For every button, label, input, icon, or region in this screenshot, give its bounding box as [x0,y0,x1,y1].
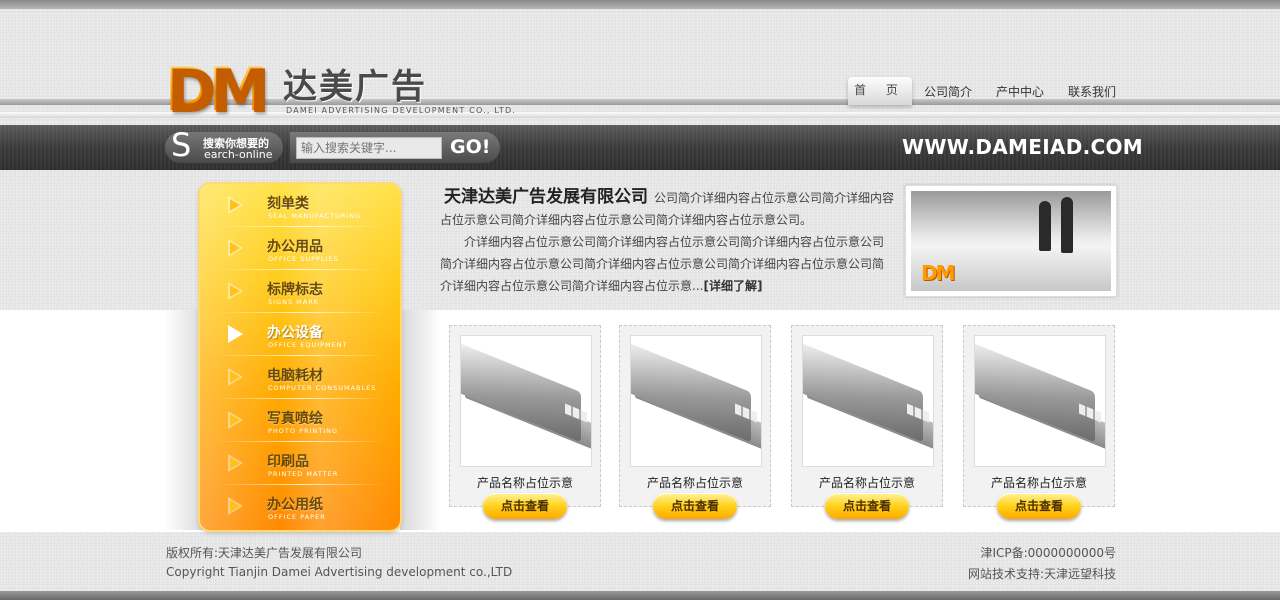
play-arrow-icon [228,497,243,515]
menu-item-label: 办公用品 [267,239,323,255]
menu-item-sublabel: OFFICE SUPPLIES [268,255,339,263]
play-arrow-icon [228,282,243,300]
menu-item-photo-printing[interactable]: 写真喷绘 PHOTO PRINTING [200,399,400,442]
menu-item-office-supplies[interactable]: 办公用品 OFFICE SUPPLIES [200,227,400,270]
play-arrow-icon [228,368,243,386]
play-arrow-icon [228,196,243,214]
tech-support: 网站技术支持:天津远望科技 [967,567,1116,581]
product-name[interactable]: 产品名称占位示意 [964,474,1114,491]
menu-item-label: 印刷品 [267,454,309,470]
product-card: 产品名称占位示意 点击查看 [963,325,1115,519]
band-shadow-left [165,310,205,530]
nav-item-products[interactable]: 产中中心 [996,83,1044,100]
product-card: 产品名称占位示意 点击查看 [791,325,943,519]
scanner-lid [461,339,581,443]
intro-paragraph: 天津达美广告发展有限公司 公司简介详细内容占位示意公司简介详细内容占位示意公司简介… [440,186,895,231]
company-intro: 天津达美广告发展有限公司 公司简介详细内容占位示意公司简介详细内容占位示意公司简介… [440,186,895,297]
logo-english-name: DAMEI ADVERTISING DEVELOPMENT CO., LTD. [286,106,517,115]
footer-divider [0,530,1280,532]
copyright-en: Copyright Tianjin Damei Advertising deve… [166,565,513,579]
menu-item-sublabel: SEAL MANUFACTURING [268,212,362,220]
search-go-button[interactable]: GO! [450,136,490,158]
site-logo[interactable]: DM 达美广告 DAMEI ADVERTISING DEVELOPMENT CO… [165,55,515,125]
menu-item-sublabel: PHOTO PRINTING [268,427,339,435]
nav-item-home[interactable]: 首 页 [848,77,912,105]
view-details-button[interactable]: 点击查看 [825,493,909,519]
scanner-lid [975,339,1095,443]
scanner-lid [631,339,751,443]
menu-item-label: 电脑耗材 [267,368,323,384]
nav-item-about[interactable]: 公司简介 [924,83,972,100]
intro-text: 介详细内容占位示意公司简介详细内容占位示意公司简介详细内容占位示意公司简介详细内… [440,235,885,293]
menu-item-label: 办公设备 [267,325,323,341]
view-details-button[interactable]: 点击查看 [997,493,1081,519]
view-details-button[interactable]: 点击查看 [483,493,567,519]
read-more-link[interactable]: [详细了解] [703,279,762,293]
site-url: WWW.DAMEIAD.COM [902,135,1143,159]
menu-item-office-paper[interactable]: 办公用纸 OFFICE PAPER [200,485,400,528]
copyright-cn: 版权所有:天津达美广告发展有限公司 [166,546,363,560]
handshake-image: DM [911,191,1111,291]
company-name: 天津达美广告发展有限公司 [444,187,648,207]
menu-item-label: 办公用纸 [267,497,323,513]
main-nav: 首 页 公司简介 产中中心 联系我们 [848,75,1128,115]
product-name[interactable]: 产品名称占位示意 [450,474,600,491]
scanner-image[interactable] [974,335,1106,467]
search-badge-subtitle: earch-online [204,148,273,161]
menu-item-sublabel: PRINTED MATTER [268,470,339,478]
search-input[interactable] [296,137,442,159]
search-badge: S 搜索你想要的 earch-online [165,126,283,164]
menu-item-signs[interactable]: 标牌标志 SIGNS MARK [200,270,400,313]
scanner-image[interactable] [630,335,762,467]
menu-item-sublabel: SIGNS MARK [268,298,319,306]
person-figure [1039,201,1051,251]
person-figure [1061,197,1073,253]
play-arrow-icon [228,239,243,257]
menu-item-sublabel: OFFICE PAPER [268,513,326,521]
scanner-image[interactable] [802,335,934,467]
product-name[interactable]: 产品名称占位示意 [620,474,770,491]
band-shadow-right [400,310,441,530]
scanner-image[interactable] [460,335,592,467]
menu-item-sublabel: OFFICE EQUIPMENT [268,341,348,349]
search-form: GO! [290,132,500,163]
top-border [0,0,1280,9]
logo-chinese-name: 达美广告 [283,67,427,107]
product-card: 产品名称占位示意 点击查看 [449,325,601,519]
view-details-button[interactable]: 点击查看 [653,493,737,519]
play-arrow-icon [228,325,243,343]
menu-item-seal[interactable]: 刻单类 SEAL MANUFACTURING [200,184,400,227]
menu-item-label: 标牌标志 [267,282,323,298]
scanner-lid [803,339,923,443]
product-card: 产品名称占位示意 点击查看 [619,325,771,519]
play-arrow-icon [228,411,243,429]
bottom-border [0,591,1280,600]
intro-photo: DM [905,185,1117,297]
menu-item-sublabel: COMPUTER CONSUMABLES [268,384,377,392]
category-menu: 刻单类 SEAL MANUFACTURING 办公用品 OFFICE SUPPL… [200,184,400,530]
menu-item-label: 刻单类 [267,196,309,212]
menu-item-office-equipment[interactable]: 办公设备 OFFICE EQUIPMENT [200,313,400,356]
menu-item-printed-matter[interactable]: 印刷品 PRINTED MATTER [200,442,400,485]
intro-paragraph: 介详细内容占位示意公司简介详细内容占位示意公司简介详细内容占位示意公司简介详细内… [440,231,895,297]
menu-item-computer-consumables[interactable]: 电脑耗材 COMPUTER CONSUMABLES [200,356,400,399]
product-name[interactable]: 产品名称占位示意 [792,474,942,491]
icp-number: 津ICP备:0000000000号 [980,546,1116,560]
photo-logo: DM [921,261,955,285]
logo-letters: DM [165,55,268,125]
play-arrow-icon [228,454,243,472]
menu-item-label: 写真喷绘 [267,411,323,427]
search-badge-letter: S [171,126,192,164]
nav-item-contact[interactable]: 联系我们 [1068,83,1116,100]
